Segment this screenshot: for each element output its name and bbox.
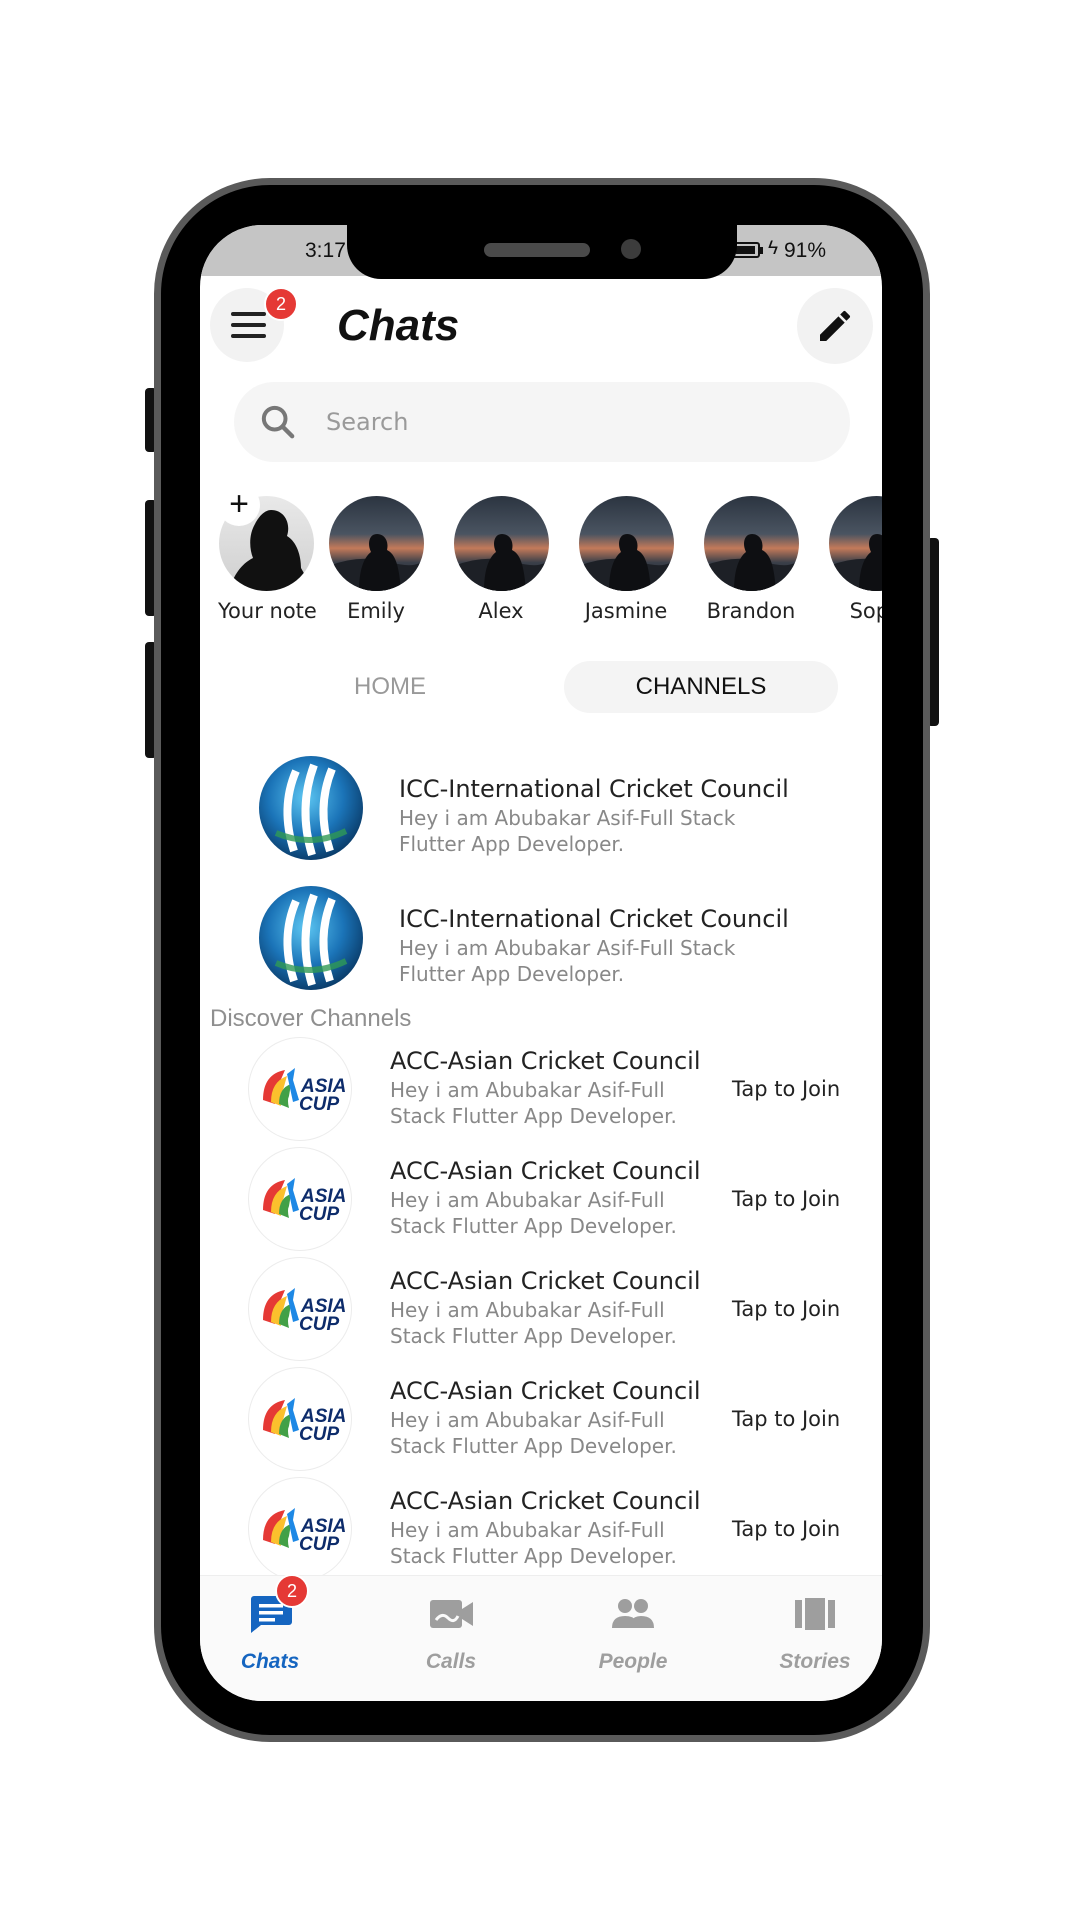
discover-channel-item[interactable]: ASIA CUP ACC-Asian Cricket Council Hey i… [200,1257,882,1367]
asia-cup-logo: ASIA CUP [248,1037,352,1141]
asia-cup-logo: ASIA CUP [248,1147,352,1251]
note-label: Brandon [706,599,796,623]
nav-label: Chats [240,1650,300,1673]
nav-label: Stories [779,1650,851,1673]
logo-text: CUP [299,1204,339,1225]
channel-name: ACC-Asian Cricket Council [390,1267,701,1295]
channel-item[interactable]: ICC-International Cricket Council Hey i … [200,753,882,873]
note-emily[interactable]: Emily [328,496,424,623]
status-time: 3:17 [305,239,346,262]
note-soph[interactable]: Soph [828,496,882,623]
tab-channels[interactable]: CHANNELS [564,661,838,713]
discover-channel-item[interactable]: ASIA CUP ACC-Asian Cricket Council Hey i… [200,1147,882,1257]
add-note-icon[interactable]: + [218,484,260,526]
channel-name: ACC-Asian Cricket Council [390,1377,701,1405]
discover-channel-item[interactable]: ASIA CUP ACC-Asian Cricket Council Hey i… [200,1037,882,1147]
channel-description: Hey i am Abubakar Asif-Full Stack Flutte… [390,1518,677,1568]
stories-icon [792,1594,838,1634]
nav-calls[interactable]: Calls [376,1594,526,1674]
tap-to-join-button[interactable]: Tap to Join [732,1407,840,1431]
nav-chats[interactable]: 2 Chats [200,1574,345,1674]
nav-people[interactable]: People [558,1594,708,1674]
icc-logo [256,753,366,863]
channel-name: ACC-Asian Cricket Council [390,1157,701,1185]
channel-description: Hey i am Abubakar Asif-Full Stack Flutte… [390,1188,677,1238]
asia-cup-logo: ASIA CUP [248,1257,352,1361]
nav-label: Calls [425,1650,477,1673]
logo-text: CUP [299,1424,339,1445]
status-battery-level: 91% [784,239,827,262]
search-icon [261,405,295,439]
note-label: Alex [478,599,524,623]
charging-icon: ϟ [768,238,779,259]
menu-icon [231,312,266,338]
logo-text: CUP [299,1094,339,1115]
note-label: Jasmine [584,599,668,623]
chat-icon: 2 [247,1574,309,1634]
avatar [703,496,799,591]
channel-name: ACC-Asian Cricket Council [390,1047,701,1075]
edit-icon [820,310,851,341]
menu-button[interactable]: 2 [210,287,298,362]
avatar [328,496,424,591]
tap-to-join-button[interactable]: Tap to Join [732,1297,840,1321]
note-brandon[interactable]: Brandon [703,496,799,623]
discover-channels-title: Discover Channels [210,1005,412,1032]
battery-tip [760,247,763,254]
icc-logo [256,883,366,993]
bottom-nav: 2 Chats Calls People Stories [200,1574,882,1701]
people-icon [610,1594,656,1634]
channel-description: Hey i am Abubakar Asif-Full Stack Flutte… [390,1298,677,1348]
note-label: Soph [849,599,882,623]
tap-to-join-button[interactable]: Tap to Join [732,1517,840,1541]
logo-text: CUP [299,1314,339,1335]
chats-badge: 2 [275,1574,309,1608]
new-message-button[interactable] [797,288,873,364]
page-title: Chats [337,301,460,350]
menu-badge: 2 [264,287,298,321]
notch [347,225,737,279]
logo-text: CUP [299,1534,339,1555]
video-call-icon [428,1594,474,1634]
speaker [484,243,590,257]
note-label: Emily [347,599,405,623]
tap-to-join-button[interactable]: Tap to Join [732,1077,840,1101]
search-placeholder: Search [326,408,409,436]
phone-screen: 3:17 ϟ 91% 2 Chats Search + Your note Em… [200,225,882,1701]
nav-stories[interactable]: Stories [740,1594,882,1674]
channel-description: Hey i am Abubakar Asif-Full Stack Flutte… [399,936,736,986]
channel-name: ICC-International Cricket Council [399,905,789,933]
channel-name: ACC-Asian Cricket Council [390,1487,701,1515]
asia-cup-logo: ASIA CUP [248,1367,352,1471]
nav-label: People [598,1650,668,1673]
search-input[interactable]: Search [234,382,850,462]
channel-name: ICC-International Cricket Council [399,775,789,803]
avatar [578,496,674,591]
note-label: Your note [218,599,317,623]
asia-cup-logo: ASIA CUP [248,1477,352,1581]
channel-description: Hey i am Abubakar Asif-Full Stack Flutte… [399,806,736,856]
discover-channel-item[interactable]: ASIA CUP ACC-Asian Cricket Council Hey i… [200,1477,882,1587]
avatar [828,496,882,591]
note-jasmine[interactable]: Jasmine [578,496,674,623]
discover-channel-item[interactable]: ASIA CUP ACC-Asian Cricket Council Hey i… [200,1367,882,1477]
channel-description: Hey i am Abubakar Asif-Full Stack Flutte… [390,1408,677,1458]
channel-item[interactable]: ICC-International Cricket Council Hey i … [200,883,882,1003]
tap-to-join-button[interactable]: Tap to Join [732,1187,840,1211]
avatar [453,496,549,591]
note-your-note[interactable]: + Your note [218,484,317,623]
tab-home[interactable]: HOME [280,661,500,713]
front-camera [621,239,641,259]
note-alex[interactable]: Alex [453,496,549,623]
channel-description: Hey i am Abubakar Asif-Full Stack Flutte… [390,1078,677,1128]
